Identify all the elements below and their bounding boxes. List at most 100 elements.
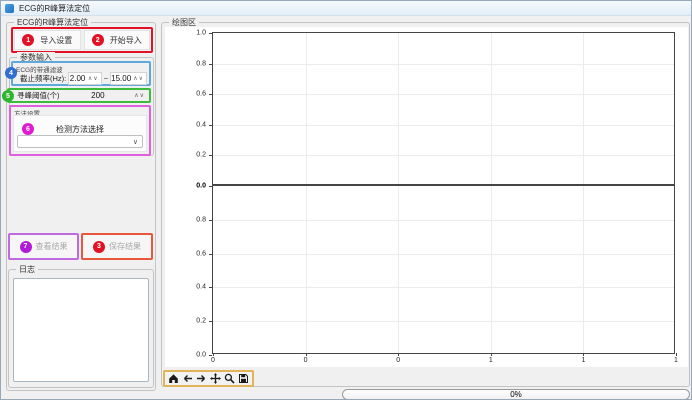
cutoff-frequency-label: 截止频率(Hz): (20, 73, 66, 84)
log-groupbox: 日志 (8, 269, 154, 388)
forward-icon[interactable] (196, 373, 207, 384)
y-tick-label: 1.0 (196, 30, 206, 37)
annotation-box-import: 1 导入设置 2 开始导入 (11, 27, 153, 53)
gridline-vertical (306, 33, 307, 184)
zoom-icon[interactable] (224, 373, 235, 384)
chevron-down-icon: ∨ (133, 138, 142, 146)
y-tick-mark (209, 355, 212, 356)
y-tick-mark (209, 94, 212, 95)
y-tick-mark (209, 64, 212, 65)
x-tick-mark (213, 353, 214, 356)
y-tick-mark (209, 287, 212, 288)
subplot-0[interactable]: 1.00.80.60.40.20.0 (212, 32, 675, 185)
y-tick-mark (209, 321, 212, 322)
y-tick-label: 0.6 (196, 250, 206, 257)
gridline-horizontal (213, 94, 674, 95)
save-results-label: 保存结果 (109, 241, 141, 252)
method-panel: 6 检测方法选择 ∨ (13, 115, 147, 152)
subplot-1[interactable]: 0.80.60.40.20.0000111 (212, 185, 675, 354)
x-tick-label: 0 (211, 357, 215, 364)
y-tick-mark (209, 254, 212, 255)
log-groupbox-label: 日志 (16, 264, 38, 275)
gridline-horizontal (213, 64, 674, 65)
app-window: ECG的R峰算法定位 ECG的R峰算法定位 1 导入设置 2 开始导入 参数输入… (0, 0, 692, 400)
cutoff-high-spinbox[interactable]: 15.00 ∧∨ (110, 72, 147, 85)
y-tick-label: 0.0 (196, 183, 206, 190)
annotation-box-method: 方法设置 6 检测方法选择 ∨ (9, 105, 151, 156)
y-tick-mark (209, 33, 212, 34)
gridline-horizontal (213, 321, 674, 322)
annotation-box-view: 7 查看结果 (8, 233, 79, 260)
gridline-horizontal (213, 254, 674, 255)
peak-threshold-spinbox[interactable]: 200 ∧∨ (64, 89, 148, 102)
y-tick-label: 0.8 (196, 60, 206, 67)
peak-threshold-label: 寻峰阈值(个) (17, 90, 60, 101)
badge-3: 3 (93, 241, 105, 253)
range-separator: ~ (104, 74, 108, 83)
gridline-horizontal (213, 125, 674, 126)
x-tick-label: 0 (396, 357, 400, 364)
save-results-button[interactable]: 3 保存结果 (83, 235, 151, 258)
gridline-horizontal (213, 220, 674, 221)
x-tick-mark (583, 353, 584, 356)
progress-bar: 0% (342, 389, 690, 400)
spinner-arrows-icon[interactable]: ∧∨ (131, 75, 146, 82)
start-import-button[interactable]: 2 开始导入 (84, 30, 151, 50)
gridline-horizontal (213, 155, 674, 156)
badge-4: 4 (5, 67, 17, 79)
view-results-label: 查看结果 (36, 241, 68, 252)
spinner-arrows-icon[interactable]: ∧∨ (86, 75, 101, 82)
pan-icon[interactable] (210, 373, 221, 384)
progress-text: 0% (510, 390, 522, 399)
log-textarea[interactable] (13, 278, 149, 382)
cutoff-high-value: 15.00 (111, 74, 131, 83)
badge-1: 1 (22, 34, 34, 46)
peak-threshold-value: 200 (64, 91, 133, 100)
spinner-arrows-icon[interactable]: ∧∨ (132, 92, 147, 99)
badge-6: 6 (22, 123, 34, 135)
y-tick-mark (209, 125, 212, 126)
annotation-box-bandpass: ECG的带通滤波 截止频率(Hz): 2.00 ∧∨ ~ 15.00 ∧∨ (11, 61, 151, 86)
gridline-vertical (398, 33, 399, 184)
gridline-vertical (583, 186, 584, 353)
gridline-vertical (398, 186, 399, 353)
back-icon[interactable] (182, 373, 193, 384)
y-tick-mark (209, 220, 212, 221)
title-bar[interactable]: ECG的R峰算法定位 (1, 1, 691, 16)
window-title: ECG的R峰算法定位 (19, 3, 90, 14)
badge-7: 7 (20, 241, 32, 253)
gridline-vertical (306, 186, 307, 353)
x-tick-mark (676, 353, 677, 356)
home-icon[interactable] (168, 373, 179, 384)
x-tick-label: 1 (674, 357, 678, 364)
view-results-button[interactable]: 7 查看结果 (10, 235, 77, 258)
y-tick-label: 0.2 (196, 318, 206, 325)
plot-toolbar (163, 370, 254, 387)
x-tick-mark (306, 353, 307, 356)
badge-5: 5 (2, 90, 14, 102)
y-tick-label: 0.6 (196, 91, 206, 98)
y-tick-label: 0.4 (196, 121, 206, 128)
x-tick-mark (398, 353, 399, 356)
import-settings-label: 导入设置 (40, 35, 72, 46)
y-tick-label: 0.4 (196, 284, 206, 291)
annotation-box-save: 3 保存结果 (81, 233, 153, 260)
save-icon[interactable] (238, 373, 249, 384)
x-tick-label: 1 (581, 357, 585, 364)
gridline-vertical (491, 186, 492, 353)
gridline-vertical (583, 33, 584, 184)
y-tick-label: 0.2 (196, 152, 206, 159)
x-tick-label: 0 (304, 357, 308, 364)
y-tick-label: 0.8 (196, 216, 206, 223)
cutoff-low-value: 2.00 (69, 74, 86, 83)
gridline-vertical (491, 33, 492, 184)
import-settings-button[interactable]: 1 导入设置 (14, 30, 81, 50)
badge-2: 2 (92, 34, 104, 46)
annotation-box-peak: 寻峰阈值(个) 200 ∧∨ (7, 88, 151, 103)
method-combobox[interactable]: ∨ (17, 135, 143, 148)
y-tick-label: 0.0 (196, 352, 206, 359)
cutoff-low-spinbox[interactable]: 2.00 ∧∨ (68, 72, 101, 85)
x-tick-mark (491, 353, 492, 356)
gridline-horizontal (213, 287, 674, 288)
plot-canvas[interactable]: 1.00.80.60.40.20.00.80.60.40.20.0000111 (165, 27, 688, 367)
